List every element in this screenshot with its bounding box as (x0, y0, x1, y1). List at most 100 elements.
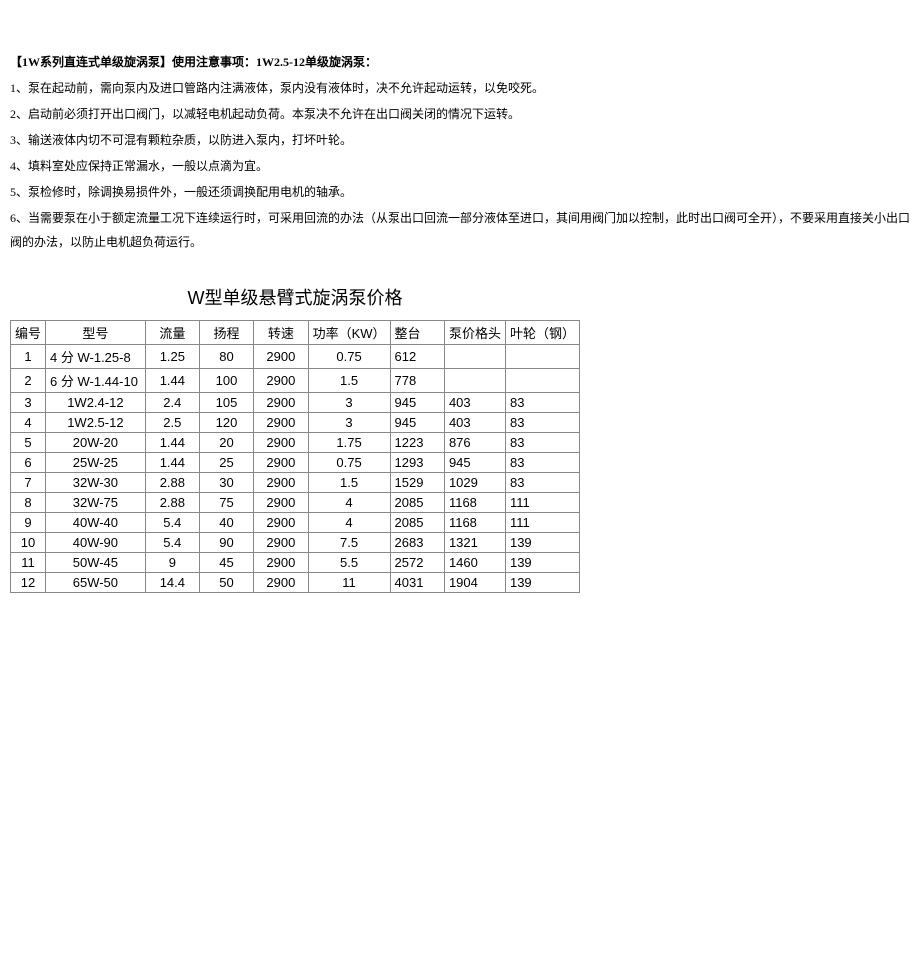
intro-section: 【1W系列直连式单级旋涡泵】使用注意事项：1W2.5-12单级旋涡泵： 1、泵在… (10, 50, 910, 254)
cell-head: 45 (199, 553, 253, 573)
cell-speed: 2900 (254, 393, 308, 413)
intro-item: 2、启动前必须打开出口阀门，以减轻电机起动负荷。本泵决不允许在出口阀关闭的情况下… (10, 102, 910, 126)
cell-no: 10 (11, 533, 46, 553)
cell-flow: 2.88 (145, 473, 199, 493)
cell-head: 100 (199, 369, 253, 393)
cell-no: 4 (11, 413, 46, 433)
cell-flow: 5.4 (145, 513, 199, 533)
cell-pump: 876 (444, 433, 505, 453)
table-row: 1150W-4594529005.525721460139 (11, 553, 580, 573)
cell-head: 25 (199, 453, 253, 473)
cell-model: 1W2.5-12 (46, 413, 146, 433)
cell-flow: 14.4 (145, 573, 199, 593)
intro-item: 5、泵检修时，除调换易损件外，一般还须调换配用电机的轴承。 (10, 180, 910, 204)
cell-no: 12 (11, 573, 46, 593)
cell-model: 32W-75 (46, 493, 146, 513)
cell-model: 1W2.4-12 (46, 393, 146, 413)
cell-power: 5.5 (308, 553, 390, 573)
cell-power: 7.5 (308, 533, 390, 553)
table-row: 732W-302.883029001.51529102983 (11, 473, 580, 493)
cell-no: 11 (11, 553, 46, 573)
cell-speed: 2900 (254, 493, 308, 513)
cell-power: 11 (308, 573, 390, 593)
cell-no: 2 (11, 369, 46, 393)
cell-whole: 4031 (390, 573, 444, 593)
cell-model: 65W-50 (46, 573, 146, 593)
cell-power: 4 (308, 513, 390, 533)
cell-no: 9 (11, 513, 46, 533)
cell-speed: 2900 (254, 533, 308, 553)
cell-pump: 945 (444, 453, 505, 473)
cell-no: 7 (11, 473, 46, 493)
cell-flow: 5.4 (145, 533, 199, 553)
cell-whole: 2085 (390, 513, 444, 533)
cell-pump: 1168 (444, 493, 505, 513)
cell-power: 1.5 (308, 473, 390, 493)
cell-no: 6 (11, 453, 46, 473)
header-pump: 泵价格头 (444, 321, 505, 345)
cell-impeller: 139 (505, 553, 579, 573)
cell-flow: 2.4 (145, 393, 199, 413)
cell-model: 25W-25 (46, 453, 146, 473)
table-title: W型单级悬臂式旋涡泵价格 (10, 284, 580, 310)
header-impeller: 叶轮（钢） (505, 321, 579, 345)
cell-head: 105 (199, 393, 253, 413)
cell-speed: 2900 (254, 573, 308, 593)
price-table: 编号 型号 流量 扬程 转速 功率（KW） 整台 泵价格头 叶轮（钢） 14 分… (10, 320, 580, 593)
cell-pump: 1168 (444, 513, 505, 533)
cell-head: 20 (199, 433, 253, 453)
cell-no: 5 (11, 433, 46, 453)
cell-impeller: 111 (505, 513, 579, 533)
table-row: 1265W-5014.45029001140311904139 (11, 573, 580, 593)
cell-whole: 945 (390, 393, 444, 413)
cell-model: 40W-90 (46, 533, 146, 553)
cell-whole: 2683 (390, 533, 444, 553)
cell-model: 4 分 W-1.25-8 (46, 345, 146, 369)
table-row: 520W-201.442029001.75122387683 (11, 433, 580, 453)
cell-speed: 2900 (254, 345, 308, 369)
cell-head: 75 (199, 493, 253, 513)
cell-no: 1 (11, 345, 46, 369)
table-row: 832W-752.88752900420851168111 (11, 493, 580, 513)
table-row: 940W-405.4402900420851168111 (11, 513, 580, 533)
cell-speed: 2900 (254, 553, 308, 573)
header-power: 功率（KW） (308, 321, 390, 345)
header-no: 编号 (11, 321, 46, 345)
cell-head: 120 (199, 413, 253, 433)
cell-pump: 403 (444, 413, 505, 433)
cell-whole: 2085 (390, 493, 444, 513)
cell-flow: 1.44 (145, 433, 199, 453)
cell-whole: 1529 (390, 473, 444, 493)
cell-impeller: 83 (505, 433, 579, 453)
cell-whole: 1223 (390, 433, 444, 453)
cell-speed: 2900 (254, 453, 308, 473)
table-header-row: 编号 型号 流量 扬程 转速 功率（KW） 整台 泵价格头 叶轮（钢） (11, 321, 580, 345)
cell-impeller: 139 (505, 533, 579, 553)
cell-no: 3 (11, 393, 46, 413)
cell-impeller: 83 (505, 393, 579, 413)
table-row: 26 分 W-1.44-101.4410029001.5778 (11, 369, 580, 393)
cell-impeller (505, 369, 579, 393)
cell-model: 20W-20 (46, 433, 146, 453)
cell-model: 6 分 W-1.44-10 (46, 369, 146, 393)
cell-head: 90 (199, 533, 253, 553)
header-flow: 流量 (145, 321, 199, 345)
cell-flow: 1.44 (145, 453, 199, 473)
cell-flow: 9 (145, 553, 199, 573)
cell-pump: 1029 (444, 473, 505, 493)
cell-whole: 1293 (390, 453, 444, 473)
cell-impeller: 139 (505, 573, 579, 593)
cell-impeller: 83 (505, 413, 579, 433)
cell-head: 30 (199, 473, 253, 493)
cell-impeller (505, 345, 579, 369)
cell-speed: 2900 (254, 413, 308, 433)
cell-power: 0.75 (308, 345, 390, 369)
cell-whole: 945 (390, 413, 444, 433)
intro-item: 6、当需要泵在小于额定流量工况下连续运行时，可采用回流的办法（从泵出口回流一部分… (10, 206, 910, 254)
table-row: 625W-251.442529000.75129394583 (11, 453, 580, 473)
cell-flow: 2.5 (145, 413, 199, 433)
cell-impeller: 111 (505, 493, 579, 513)
cell-power: 3 (308, 393, 390, 413)
intro-item: 3、输送液体内切不可混有颗粒杂质，以防进入泵内，打坏叶轮。 (10, 128, 910, 152)
cell-impeller: 83 (505, 453, 579, 473)
